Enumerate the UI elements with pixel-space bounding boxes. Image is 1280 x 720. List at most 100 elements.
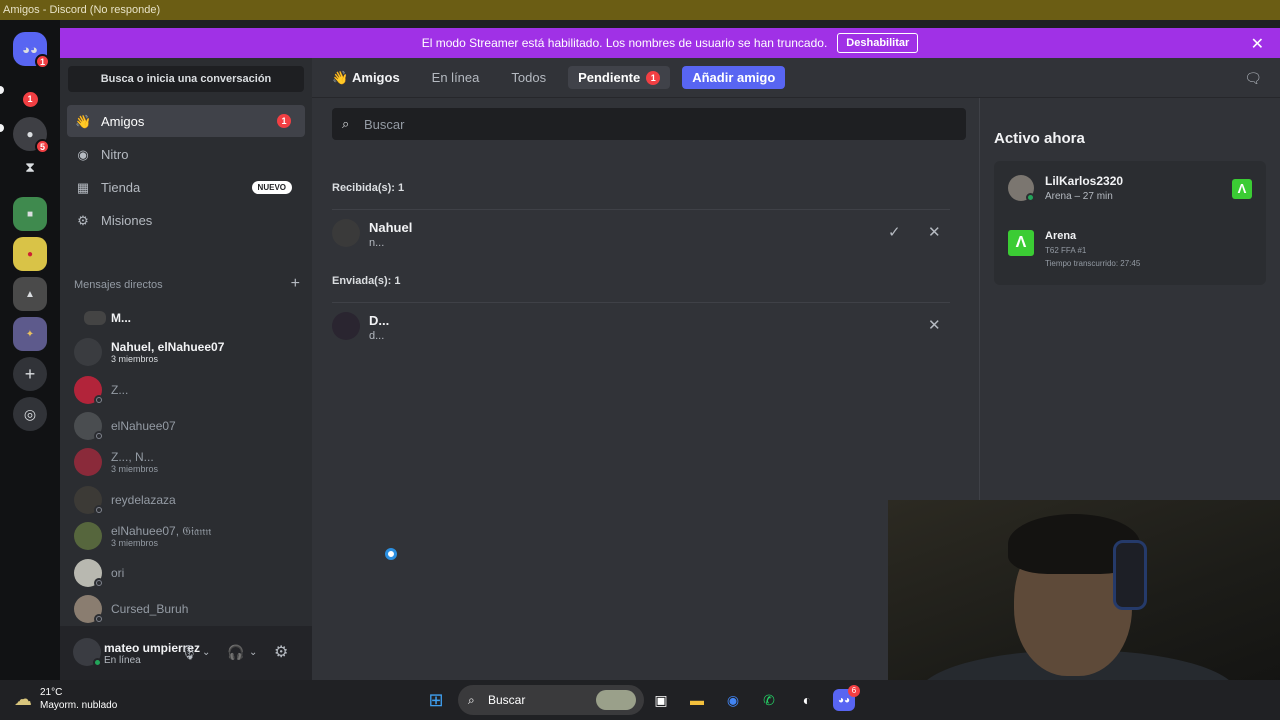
- window-title: Amigos - Discord (No responde): [3, 4, 161, 16]
- create-dm-button[interactable]: +: [291, 275, 300, 293]
- add-friend-button[interactable]: Añadir amigo: [682, 66, 786, 89]
- discord-taskbar-icon[interactable]: ◕◕ 6: [833, 685, 860, 711]
- server-item[interactable]: ■: [13, 197, 47, 231]
- dm-members: 3 miembros: [111, 538, 159, 548]
- active-now-card[interactable]: LilKarlos2320 Arena – 27 min Λ Λ Arena T…: [994, 161, 1266, 285]
- dm-item[interactable]: Z..., N... 3 miembros: [67, 444, 305, 480]
- dm-item[interactable]: Nahuel, elNahuee07 3 miembros: [67, 334, 305, 370]
- cloud-sun-icon: ☁: [14, 688, 32, 709]
- shop-icon: ▦: [76, 180, 90, 195]
- avatar: [84, 311, 106, 325]
- headphones-shape: [1113, 540, 1147, 610]
- search-highlight-image: [596, 690, 636, 710]
- nav-friends[interactable]: 👋 Amigos 1: [67, 105, 305, 137]
- chevron-down-icon[interactable]: ⌄: [249, 647, 257, 658]
- request-username: n...: [369, 237, 385, 249]
- group-avatar: [74, 522, 102, 550]
- group-avatar: [74, 448, 102, 476]
- gear-icon[interactable]: ⚙: [274, 642, 288, 662]
- group-avatar: [74, 338, 102, 366]
- home-badge: 1: [35, 54, 50, 69]
- dm-members: 3 miembros: [111, 464, 159, 474]
- streamer-mode-banner: El modo Streamer está habilitado. Los no…: [60, 28, 1280, 58]
- disable-streamer-button[interactable]: Deshabilitar: [837, 33, 919, 53]
- task-view-icon[interactable]: ▣: [650, 689, 672, 711]
- search-placeholder: Buscar: [364, 116, 405, 132]
- dm-item[interactable]: Z...: [67, 372, 305, 408]
- microphone-icon[interactable]: 🎙: [180, 644, 198, 661]
- window-titlebar: Amigos - Discord (No responde): [0, 0, 1280, 20]
- dm-item[interactable]: ori: [67, 555, 305, 591]
- tab-pending[interactable]: Pendiente 1: [568, 66, 671, 89]
- tab-label: Pendiente: [578, 70, 641, 85]
- dm-name: reydelazaza: [111, 493, 176, 507]
- nav-label: Amigos: [101, 113, 145, 129]
- title-label: Amigos: [352, 70, 400, 85]
- dm-name: Cursed_Buruh: [111, 602, 189, 616]
- obs-icon[interactable]: ◐: [796, 689, 818, 711]
- game-icon: Λ: [1232, 179, 1252, 199]
- friend-request-row[interactable]: D... d... ✕: [332, 303, 950, 349]
- headphones-icon[interactable]: 🎧: [227, 644, 244, 661]
- discord-logo-icon: ◕◕: [837, 694, 851, 706]
- nav-nitro[interactable]: ◉ Nitro: [67, 138, 305, 170]
- chevron-down-icon[interactable]: ⌄: [202, 647, 210, 658]
- dm-item[interactable]: Cursed_Buruh: [67, 591, 305, 627]
- status-offline-icon: [94, 578, 104, 588]
- new-group-dm-icon[interactable]: 🗨: [1244, 70, 1262, 87]
- close-icon[interactable]: ✕: [1251, 34, 1264, 54]
- weather-widget[interactable]: ☁ 21°C Mayorm. nublado: [14, 686, 117, 712]
- friends-badge: 1: [277, 114, 291, 128]
- nav-quests[interactable]: ⚙ Misiones: [67, 204, 305, 236]
- taskbar-search[interactable]: ⌕ Buscar: [458, 685, 644, 715]
- nav-label: Tienda: [101, 179, 141, 195]
- dm-item[interactable]: elNahuee07: [67, 408, 305, 444]
- search-icon: ⌕: [468, 693, 475, 707]
- user-panel: mateo umpierrez En línea 🎙 ⌄ 🎧 ⌄ ⚙: [60, 626, 312, 680]
- accept-icon[interactable]: ✓: [888, 223, 901, 241]
- server-avatar-icon: ●: [26, 127, 34, 141]
- file-explorer-icon[interactable]: ▬: [686, 689, 708, 711]
- tab-online[interactable]: En línea: [422, 66, 490, 89]
- windows-start-icon[interactable]: ⊞: [425, 689, 447, 711]
- server-item[interactable]: ✦: [13, 317, 47, 351]
- ignore-icon[interactable]: ✕: [928, 223, 941, 241]
- new-tag: NUEVO: [251, 181, 292, 194]
- server-image-icon: ●: [26, 248, 34, 260]
- dm-item[interactable]: elNahuee07, 𝔊𝔦𝔞𝔫𝔫 3 miembros: [67, 518, 305, 554]
- dm-item[interactable]: M...: [67, 300, 305, 336]
- server-item[interactable]: ● 5: [13, 117, 50, 154]
- unread-pill: [0, 124, 4, 132]
- active-user-name: LilKarlos2320: [1045, 174, 1124, 188]
- cancel-request-icon[interactable]: ✕: [928, 316, 941, 334]
- nav-shop[interactable]: ▦ Tienda NUEVO: [67, 171, 305, 203]
- find-conversation-button[interactable]: Busca o inicia una conversación: [68, 66, 304, 92]
- windows-taskbar: ☁ 21°C Mayorm. nublado ⊞ ⌕ Buscar ▣ ▬ ◉ …: [0, 680, 1280, 720]
- active-user-activity: Arena – 27 min: [1045, 191, 1113, 202]
- server-badge: 1: [22, 91, 38, 107]
- dm-item[interactable]: reydelazaza: [67, 482, 305, 518]
- server-item[interactable]: 1: [13, 82, 47, 116]
- game-elapsed: Tiempo transcurrido: 27:45: [1045, 259, 1141, 268]
- dm-name: Z...: [111, 383, 129, 397]
- avatar: [332, 219, 360, 247]
- discord-logo-icon: ◕◕: [22, 41, 38, 57]
- tab-all[interactable]: Todos: [501, 66, 556, 89]
- server-item[interactable]: ▲: [13, 277, 47, 311]
- friends-icon: 👋: [75, 114, 92, 129]
- server-item[interactable]: ⧗: [13, 150, 47, 184]
- status-offline-icon: [94, 431, 104, 441]
- chrome-icon[interactable]: ◉: [722, 689, 744, 711]
- server-image-icon: ▲: [25, 288, 35, 300]
- whatsapp-icon[interactable]: ✆: [758, 689, 780, 711]
- add-server-button[interactable]: +: [13, 357, 47, 391]
- hourglass-icon: ⧗: [25, 158, 35, 175]
- home-button[interactable]: ◕◕ 1: [13, 32, 50, 69]
- pending-badge: 1: [646, 71, 661, 85]
- dm-name: elNahuee07, 𝔊𝔦𝔞𝔫𝔫: [111, 524, 212, 538]
- friends-search-input[interactable]: ⌕ Buscar: [332, 108, 966, 140]
- nitro-icon: ◉: [77, 147, 89, 162]
- explore-button[interactable]: ◎: [13, 397, 47, 431]
- server-item[interactable]: ●: [13, 237, 47, 271]
- friend-request-row[interactable]: Nahuel n... ✓ ✕: [332, 210, 950, 256]
